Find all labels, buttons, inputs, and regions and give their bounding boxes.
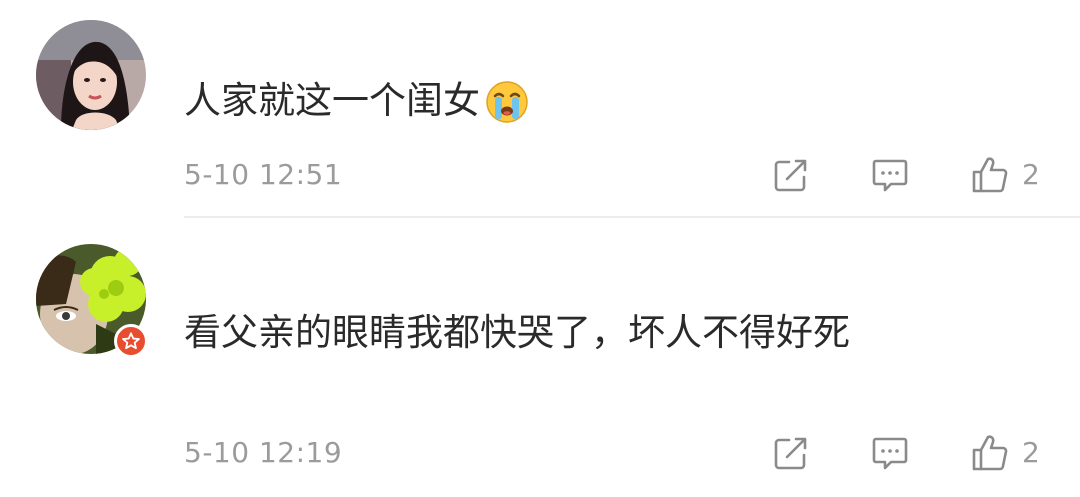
repost-button[interactable] [772,434,810,472]
share-icon [774,159,807,192]
like-button[interactable]: 2 [970,154,1040,196]
thumbs-up-icon [972,435,1008,471]
comment-icon [872,159,908,192]
like-count: 2 [1022,436,1040,469]
verified-badge [114,324,148,358]
comment-icon [872,437,908,470]
comment-item: 看父亲的眼睛我都快哭了，坏人不得好死 5-10 12:19 2 [0,218,1080,497]
crying-face-icon [484,78,530,124]
repost-button[interactable] [772,156,810,194]
like-count: 2 [1022,158,1040,191]
comment-item: 人家就这一个闺女 5-10 12:51 2 [0,0,1080,218]
reply-button[interactable] [870,156,910,194]
avatar[interactable] [36,20,146,130]
comment-timestamp: 5-10 12:19 [184,436,343,469]
comment-text-content: 看父亲的眼睛我都快哭了，坏人不得好死 [184,311,850,354]
comment-text: 人家就这一个闺女 [184,78,530,124]
thumbs-up-icon [972,157,1008,193]
reply-button[interactable] [870,434,910,472]
comment-text-content: 人家就这一个闺女 [184,79,480,122]
share-icon [774,437,807,470]
star-icon [122,332,140,350]
comment-text: 看父亲的眼睛我都快哭了，坏人不得好死 [184,310,850,356]
like-button[interactable]: 2 [970,432,1040,474]
comment-timestamp: 5-10 12:51 [184,158,343,191]
